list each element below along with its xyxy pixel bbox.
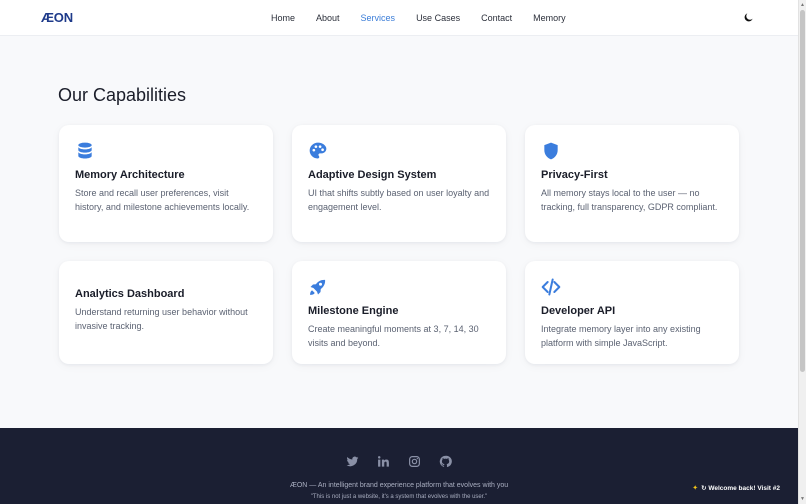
card-text: Store and recall user preferences, visit… bbox=[75, 188, 250, 212]
capability-card: Milestone Engine Create meaningful momen… bbox=[292, 261, 506, 364]
card-title: Privacy-First bbox=[541, 169, 608, 181]
site-header: ÆON Home About Services Use Cases Contac… bbox=[0, 0, 798, 36]
card-title: Analytics Dashboard bbox=[75, 288, 185, 300]
card-title: Adaptive Design System bbox=[308, 169, 437, 181]
page-scrollbar[interactable]: ▲ ▼ bbox=[798, 0, 806, 504]
toast-text: ↻ Welcome back! Visit #2 bbox=[701, 485, 780, 492]
database-icon bbox=[78, 142, 92, 159]
rocket-icon bbox=[310, 279, 326, 295]
scroll-down-arrow-icon[interactable]: ▼ bbox=[800, 496, 805, 502]
capabilities-section: Our Capabilities Memory Architecture Sto… bbox=[0, 37, 798, 428]
welcome-toast: ✦ ↻ Welcome back! Visit #2 bbox=[692, 484, 780, 492]
nav-use-cases[interactable]: Use Cases bbox=[416, 12, 460, 24]
shield-icon bbox=[544, 142, 558, 160]
code-icon bbox=[541, 278, 561, 296]
card-text: Understand returning user behavior witho… bbox=[75, 307, 248, 331]
nav-about[interactable]: About bbox=[316, 12, 340, 24]
social-links bbox=[346, 455, 470, 468]
card-text: Create meaningful moments at 3, 7, 14, 3… bbox=[308, 324, 479, 348]
scroll-up-arrow-icon[interactable]: ▲ bbox=[800, 2, 805, 8]
footer-tagline: ÆON — An intelligent brand experience pl… bbox=[289, 482, 509, 489]
logo[interactable]: ÆON bbox=[41, 10, 73, 25]
card-text: All memory stays local to the user — no … bbox=[541, 188, 718, 212]
github-icon[interactable] bbox=[439, 455, 452, 468]
card-text: UI that shifts subtly based on user loya… bbox=[308, 188, 490, 212]
nav-contact[interactable]: Contact bbox=[481, 12, 512, 24]
capability-card: Privacy-First All memory stays local to … bbox=[525, 125, 739, 242]
site-footer: ÆON — An intelligent brand experience pl… bbox=[0, 428, 798, 504]
scrollbar-thumb[interactable] bbox=[800, 10, 805, 372]
linkedin-icon[interactable] bbox=[377, 455, 390, 468]
moon-icon bbox=[744, 12, 753, 21]
capability-card: Analytics Dashboard Understand returning… bbox=[59, 261, 273, 364]
instagram-icon[interactable] bbox=[408, 455, 421, 468]
capability-card: Adaptive Design System UI that shifts su… bbox=[292, 125, 506, 242]
section-title: Our Capabilities bbox=[58, 85, 187, 105]
nav-home[interactable]: Home bbox=[271, 12, 295, 24]
capability-card: Developer API Integrate memory layer int… bbox=[525, 261, 739, 364]
card-text: Integrate memory layer into any existing… bbox=[541, 324, 701, 348]
main-nav: Home About Services Use Cases Contact Me… bbox=[271, 12, 587, 24]
page: ÆON Home About Services Use Cases Contac… bbox=[0, 0, 798, 504]
nav-memory[interactable]: Memory bbox=[533, 12, 566, 24]
footer-quote: "This is not just a website, it's a syst… bbox=[310, 494, 488, 500]
capability-card: Memory Architecture Store and recall use… bbox=[59, 125, 273, 242]
theme-toggle-button[interactable] bbox=[741, 10, 755, 24]
twitter-icon[interactable] bbox=[346, 455, 359, 468]
nav-services[interactable]: Services bbox=[361, 12, 396, 24]
card-title: Memory Architecture bbox=[75, 169, 185, 181]
card-title: Milestone Engine bbox=[308, 305, 399, 317]
sparkle-icon: ✦ bbox=[692, 485, 699, 492]
palette-icon bbox=[309, 142, 327, 159]
card-title: Developer API bbox=[541, 305, 616, 317]
